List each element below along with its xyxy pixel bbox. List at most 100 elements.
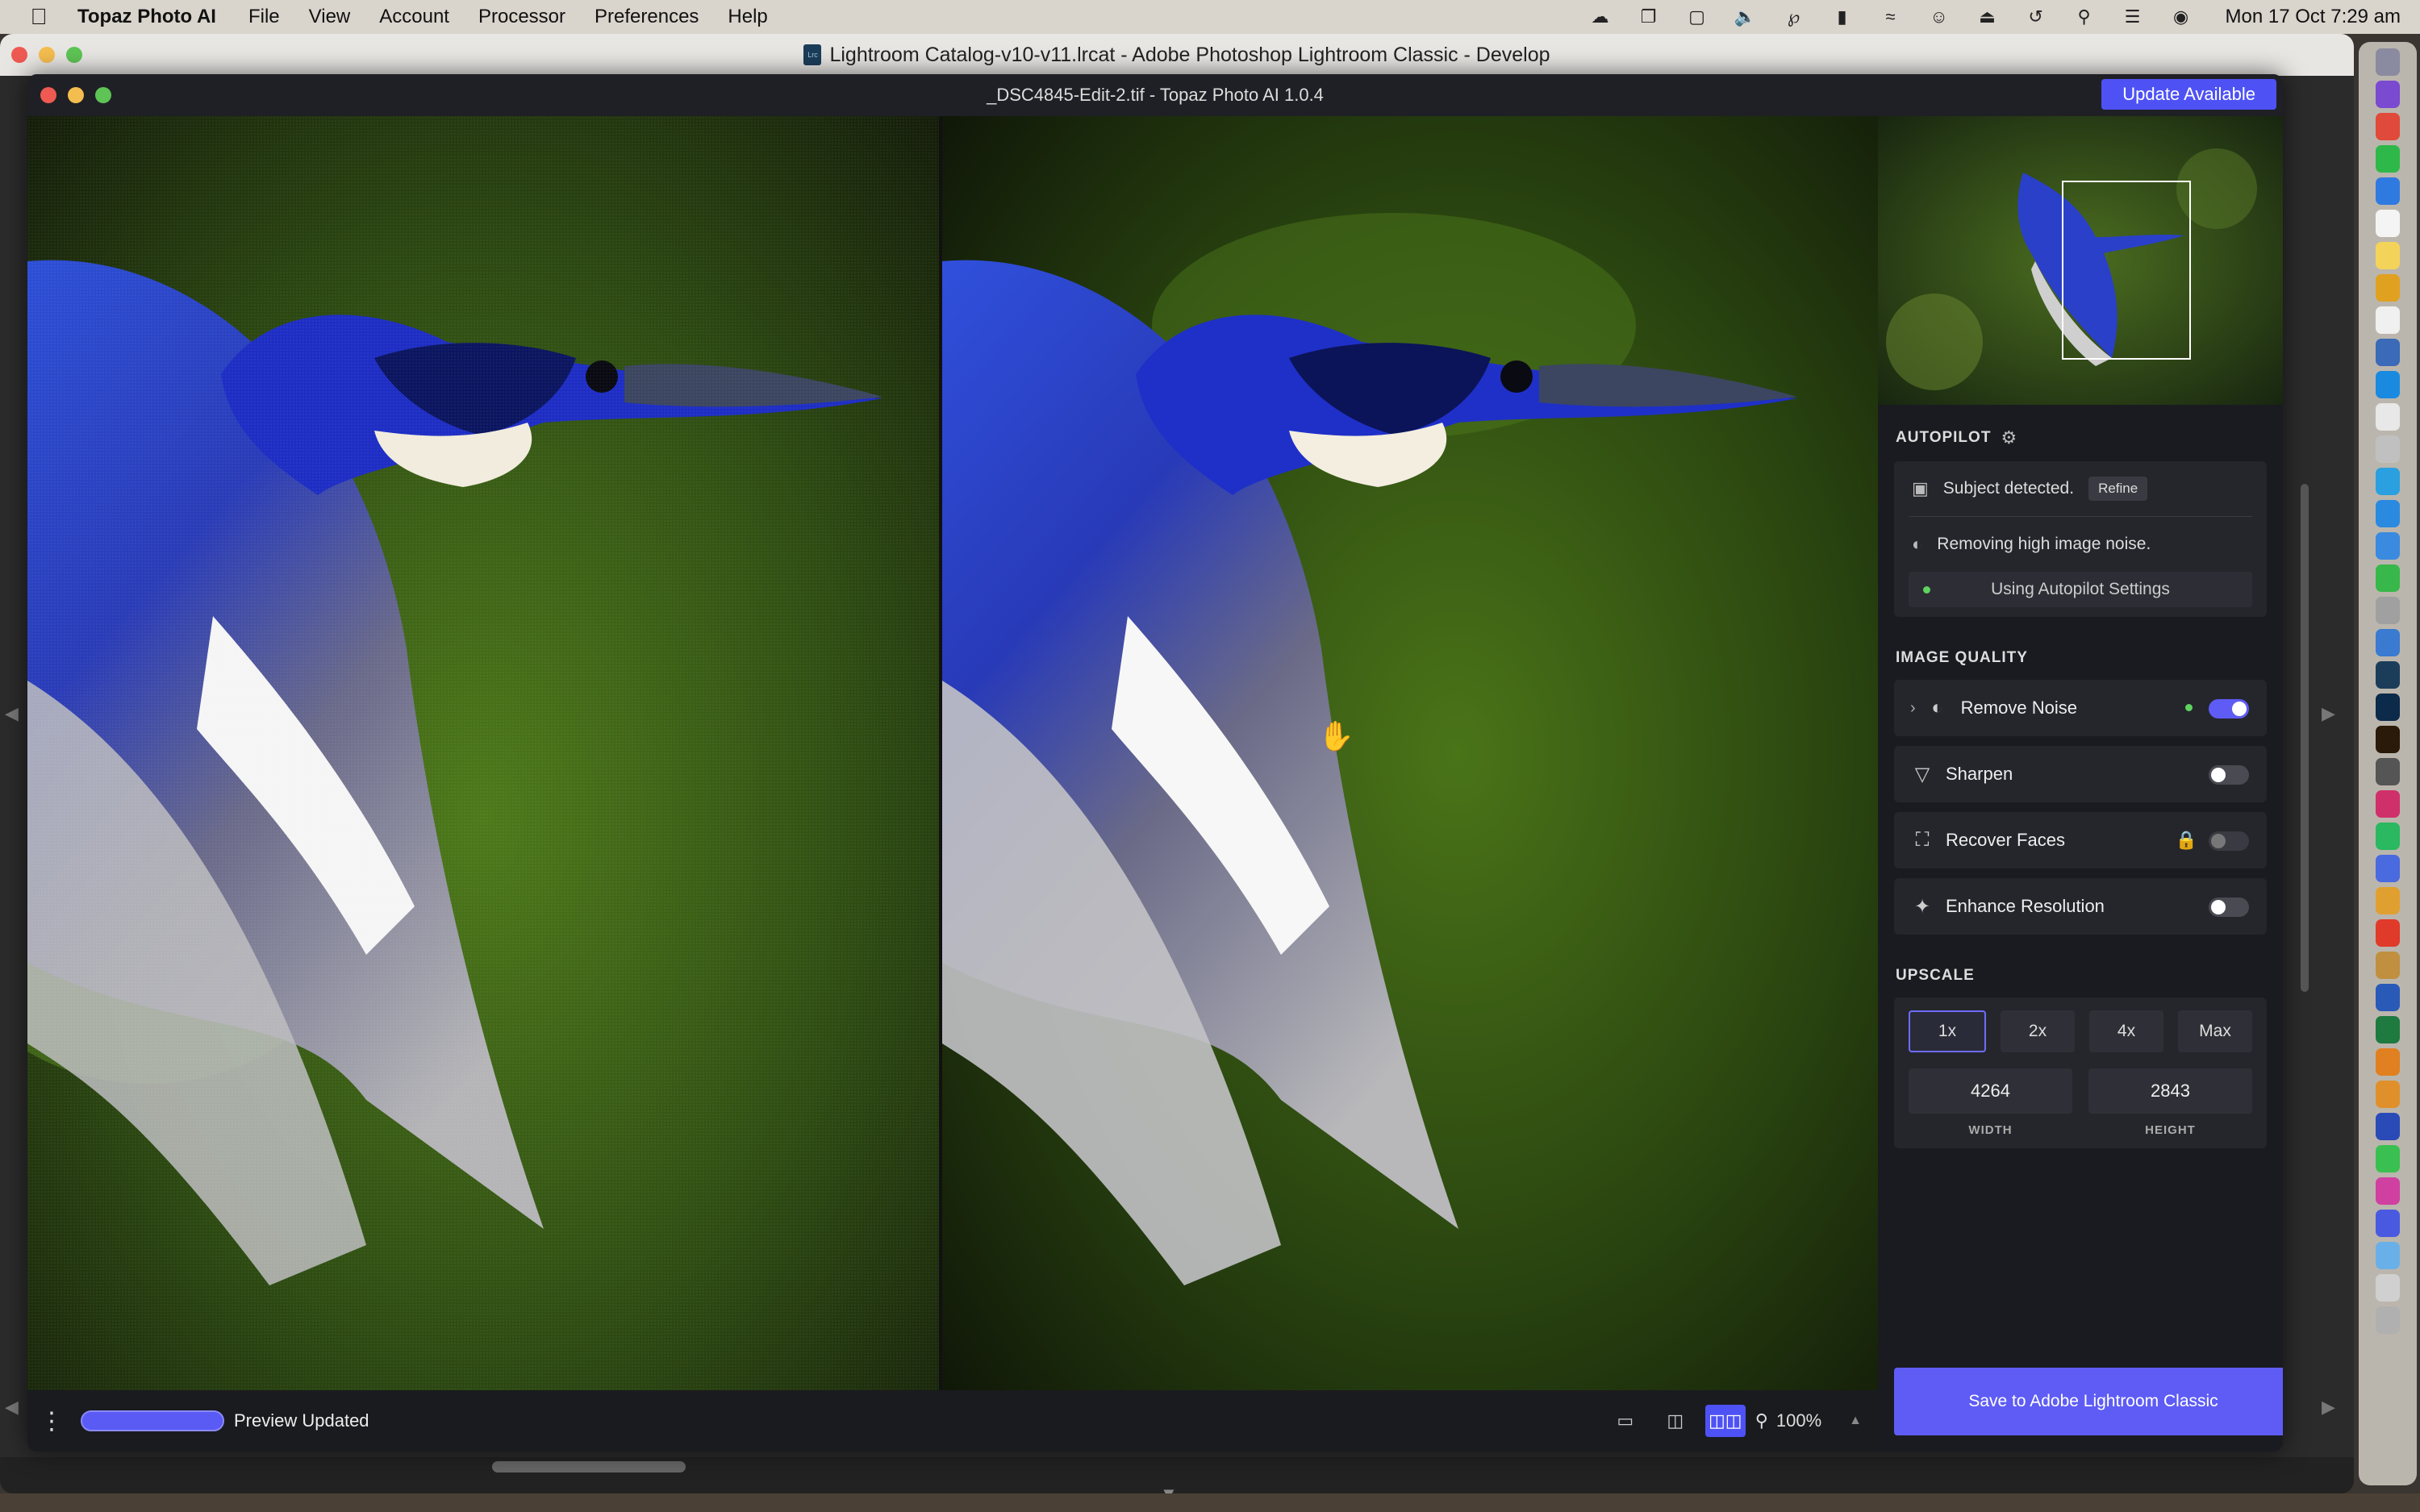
menu-account[interactable]: Account <box>379 6 449 28</box>
dock-indesign-icon[interactable] <box>2376 790 2400 818</box>
remove-noise-row[interactable]: › ◐ Remove Noise <box>1894 680 2267 736</box>
dock-utility-icon[interactable] <box>2376 597 2400 624</box>
dock-word-icon[interactable] <box>2376 984 2400 1011</box>
dock-photoshop-icon[interactable] <box>2376 694 2400 721</box>
side-by-side-view-button[interactable]: ◫◫ <box>1704 1405 1746 1437</box>
dock-reminders-icon[interactable] <box>2376 306 2400 334</box>
dock-calendar-icon[interactable] <box>2376 210 2400 237</box>
dock-script-icon[interactable] <box>2376 403 2400 431</box>
expand-chevron-icon[interactable]: › <box>1910 699 1916 718</box>
more-options-icon[interactable]: ⋮ <box>27 1407 76 1435</box>
menu-file[interactable]: File <box>248 6 280 28</box>
menu-processor[interactable]: Processor <box>478 6 565 28</box>
lightroom-right-scrollbar[interactable] <box>2301 484 2309 992</box>
processed-image-panel[interactable] <box>942 116 1878 1390</box>
siri-icon[interactable]: ◉ <box>2169 6 2193 27</box>
lightroom-minimize-button[interactable] <box>39 47 55 63</box>
navigator-thumbnail[interactable] <box>1878 116 2283 405</box>
user-icon[interactable]: ☺ <box>1927 6 1951 27</box>
menubar-clock[interactable]: Mon 17 Oct 7:29 am <box>2226 6 2401 28</box>
single-view-button[interactable]: ▭ <box>1605 1405 1646 1437</box>
dock-star-icon[interactable] <box>2376 855 2400 882</box>
dock-app-stack-icon[interactable] <box>2376 1113 2400 1140</box>
dock-app-m-icon[interactable] <box>2376 758 2400 785</box>
topaz-close-button[interactable] <box>40 87 56 103</box>
sharpen-row[interactable]: ▽ Sharpen <box>1894 746 2267 802</box>
dock-messages-icon[interactable] <box>2376 1145 2400 1173</box>
lightroom-close-button[interactable] <box>11 47 27 63</box>
apple-menu-icon[interactable]:  <box>0 4 77 30</box>
dock-facetime-icon[interactable] <box>2376 145 2400 173</box>
dock-finder-icon[interactable] <box>2376 48 2400 76</box>
app-menu[interactable]: Topaz Photo AI <box>77 6 216 28</box>
dock-acrobat-icon[interactable] <box>2376 919 2400 947</box>
enhance-resolution-row[interactable]: ✦ Enhance Resolution <box>1894 878 2267 935</box>
scale-4x-button[interactable]: 4x <box>2089 1010 2163 1052</box>
update-available-button[interactable]: Update Available <box>2101 79 2276 110</box>
dock-brush-icon[interactable] <box>2376 952 2400 979</box>
enhance-resolution-toggle[interactable] <box>2209 898 2249 917</box>
lightroom-scrollbar[interactable] <box>492 1461 686 1472</box>
menu-help[interactable]: Help <box>728 6 767 28</box>
topaz-minimize-button[interactable] <box>68 87 84 103</box>
dock-trash-icon[interactable] <box>2376 1306 2400 1334</box>
topaz-zoom-button[interactable] <box>95 87 111 103</box>
menu-view[interactable]: View <box>309 6 351 28</box>
dock-maps-icon[interactable] <box>2376 468 2400 495</box>
dock-mail-icon[interactable] <box>2376 532 2400 560</box>
height-input[interactable]: 2843 <box>2088 1068 2252 1114</box>
dock-pencil-icon[interactable] <box>2376 887 2400 914</box>
dock-document-icon[interactable] <box>2376 1274 2400 1302</box>
refine-button[interactable]: Refine <box>2088 477 2148 501</box>
spotlight-search-icon[interactable]: ⚲ <box>2072 6 2097 27</box>
width-input[interactable]: 4264 <box>1909 1068 2072 1114</box>
dock-app-store-icon[interactable] <box>2376 371 2400 398</box>
scale-2x-button[interactable]: 2x <box>2001 1010 2075 1052</box>
dock-folder-icon[interactable] <box>2376 1242 2400 1269</box>
lightroom-zoom-button[interactable] <box>66 47 82 63</box>
recover-faces-row[interactable]: ⛶ Recover Faces 🔒 <box>1894 812 2267 868</box>
dock-whatsapp-icon[interactable] <box>2376 823 2400 850</box>
dock-excel-icon[interactable] <box>2376 1016 2400 1043</box>
battery-icon[interactable]: ▮ <box>1830 6 1855 27</box>
dock-instagram-icon[interactable] <box>2376 1177 2400 1205</box>
split-view-button[interactable]: ◫ <box>1655 1405 1696 1437</box>
dock-preview-icon[interactable] <box>2376 339 2400 366</box>
recover-faces-toggle[interactable] <box>2209 831 2249 851</box>
dock-vlc-icon[interactable] <box>2376 1048 2400 1076</box>
dock-books-icon[interactable] <box>2376 1081 2400 1108</box>
dock-android-icon[interactable] <box>2376 564 2400 592</box>
dock-launchpad-icon[interactable] <box>2376 81 2400 108</box>
dock-shield-icon[interactable] <box>2376 1210 2400 1237</box>
dock-chrome-icon[interactable] <box>2376 629 2400 656</box>
using-autopilot-settings-button[interactable]: Using Autopilot Settings <box>1909 572 2252 607</box>
bluetooth-icon[interactable]: ℘ <box>1782 6 1806 27</box>
control-center-icon[interactable]: ☰ <box>2121 6 2145 27</box>
time-machine-icon[interactable]: ↺ <box>2024 6 2048 27</box>
left-filmstrip-arrow-icon[interactable]: ◀ <box>5 1397 19 1418</box>
dock-notes-icon[interactable] <box>2376 242 2400 269</box>
dock-sysprefs-icon[interactable] <box>2376 435 2400 463</box>
autopilot-settings-gear-icon[interactable]: ⚙ <box>2001 427 2017 448</box>
remove-noise-toggle[interactable] <box>2209 699 2249 719</box>
screens-icon[interactable]: ❐ <box>1637 6 1661 27</box>
original-image-panel[interactable] <box>27 116 939 1390</box>
right-filmstrip-arrow-icon[interactable]: ▶ <box>2322 1397 2335 1418</box>
eject-icon[interactable]: ⏏ <box>1976 6 2000 27</box>
zoom-menu-chevron-icon[interactable]: ▲ <box>1849 1414 1862 1428</box>
left-panel-arrow-icon[interactable]: ◀ <box>5 703 19 724</box>
dock-zoom-icon[interactable] <box>2376 177 2400 205</box>
display-icon[interactable]: ▢ <box>1685 6 1709 27</box>
dock-app-icon[interactable] <box>2376 113 2400 140</box>
wifi-icon[interactable]: ≈ <box>1879 6 1903 27</box>
dock-bridge-icon[interactable] <box>2376 726 2400 753</box>
scale-1x-button[interactable]: 1x <box>1909 1010 1986 1052</box>
zoom-control[interactable]: ⚲ 100% <box>1755 1410 1821 1431</box>
navigator-viewport-frame[interactable] <box>2062 181 2191 360</box>
dock-safari-icon[interactable] <box>2376 500 2400 527</box>
save-to-lightroom-button[interactable]: Save to Adobe Lightroom Classic <box>1894 1368 2283 1435</box>
menu-preferences[interactable]: Preferences <box>595 6 699 28</box>
creative-cloud-icon[interactable]: ☁ <box>1588 6 1613 27</box>
dock-photos-icon[interactable] <box>2376 274 2400 302</box>
right-panel-arrow-icon[interactable]: ▶ <box>2322 703 2335 724</box>
